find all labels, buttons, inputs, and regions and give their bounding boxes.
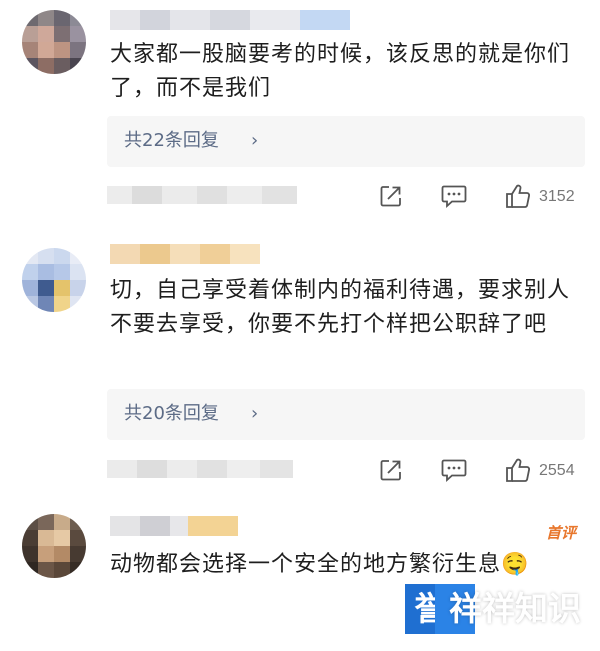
username[interactable] xyxy=(110,244,260,264)
thumbs-up-icon[interactable] xyxy=(504,182,532,214)
like-count: 2554 xyxy=(539,462,575,479)
chevron-right-icon: › xyxy=(251,403,259,424)
comment-icon[interactable] xyxy=(440,457,468,487)
comment-meta xyxy=(107,186,297,204)
chevron-right-icon: › xyxy=(251,130,259,151)
watermark-text: 祥祥知识 xyxy=(449,589,581,628)
username[interactable] xyxy=(110,516,238,536)
replies-link[interactable]: 共20条回复 › xyxy=(107,389,585,440)
username[interactable] xyxy=(110,10,350,30)
replies-count: 共22条回复 xyxy=(124,130,219,151)
share-icon[interactable] xyxy=(378,457,404,487)
comment-meta xyxy=(107,460,293,478)
first-comment-badge: 首评 xyxy=(545,524,576,542)
thumbs-up-icon[interactable] xyxy=(504,456,532,488)
like-count: 3152 xyxy=(539,188,575,205)
replies-link[interactable]: 共22条回复 › xyxy=(107,116,585,167)
comment-text: 大家都一股脑要考的时候，该反思的就是你们了，而不是我们 xyxy=(110,42,571,101)
share-icon[interactable] xyxy=(378,183,404,213)
comment-item: 大家都一股脑要考的时候，该反思的就是你们了，而不是我们 共22条回复 › 315… xyxy=(0,0,600,230)
avatar[interactable] xyxy=(22,10,86,74)
avatar[interactable] xyxy=(22,248,86,312)
watermark-logo: 誉 祥祥知识 xyxy=(405,584,583,634)
comment-text: 切，自己享受着体制内的福利待遇，要求别人不要去享受，你要不先打个样把公职辞了吧 xyxy=(110,278,571,337)
avatar[interactable] xyxy=(22,514,86,578)
replies-count: 共20条回复 xyxy=(124,403,219,424)
comment-icon[interactable] xyxy=(440,183,468,213)
comment-item: 切，自己享受着体制内的福利待遇，要求别人不要去享受，你要不先打个样把公职辞了吧 … xyxy=(0,230,600,500)
comment-text: 动物都会选择一个安全的地方繁衍生息🤤 xyxy=(110,552,530,577)
